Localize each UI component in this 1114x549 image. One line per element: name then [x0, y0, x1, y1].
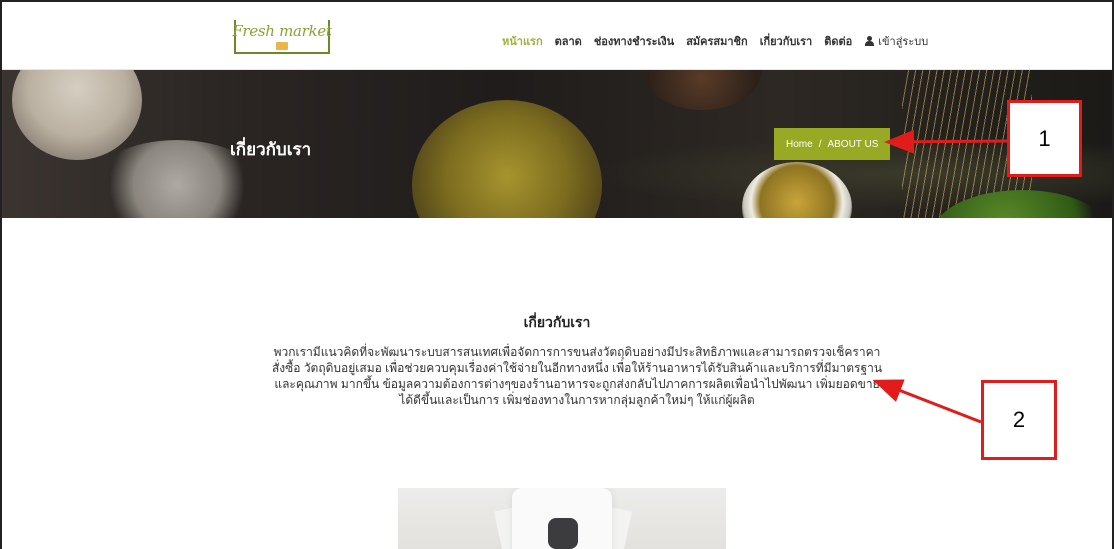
logo-text: Fresh market — [232, 22, 332, 40]
section-heading: เกี่ยวกับเรา — [523, 314, 591, 330]
banner-oil-bowl-image — [742, 162, 852, 218]
breadcrumb: Home / ABOUT US — [774, 128, 891, 160]
nav-item-about[interactable]: เกี่ยวกับเรา — [760, 32, 813, 50]
banner-pesto-bowl-image — [412, 100, 602, 218]
annotation-callout-1: 1 — [1007, 100, 1082, 177]
breadcrumb-home-link[interactable]: Home — [786, 139, 813, 150]
site-header: Fresh market หน้าแรก ตลาด ช่องทางชำระเงิ… — [2, 2, 1112, 70]
main-nav: หน้าแรก ตลาด ช่องทางชำระเงิน สมัครสมาชิก… — [502, 32, 928, 50]
breadcrumb-current: ABOUT US — [827, 138, 879, 150]
nav-item-register[interactable]: สมัครสมาชิก — [686, 32, 748, 50]
basket-icon — [276, 42, 288, 50]
user-icon — [864, 36, 875, 46]
banner-spice-bowl-image — [642, 70, 762, 110]
annotation-callout-2: 2 — [981, 380, 1057, 460]
nav-item-home[interactable]: หน้าแรก — [502, 32, 543, 50]
logo-frame-bottom — [234, 52, 330, 54]
nav-item-market[interactable]: ตลาด — [555, 32, 582, 50]
photo-hands — [548, 518, 578, 549]
page-banner: เกี่ยวกับเรา Home / ABOUT US — [2, 70, 1112, 218]
about-paragraph: พวกเรามีแนวคิดที่จะพัฒนาระบบสารสนเทศเพื่… — [271, 345, 883, 407]
login-label: เข้าสู่ระบบ — [878, 36, 929, 48]
login-link[interactable]: เข้าสู่ระบบ — [864, 32, 928, 50]
banner-garlic-image — [12, 70, 142, 160]
nav-item-contact[interactable]: ติดต่อ — [824, 32, 852, 50]
about-photo — [398, 488, 726, 549]
breadcrumb-separator: / — [818, 138, 822, 150]
site-logo[interactable]: Fresh market — [230, 18, 334, 60]
page-title: เกี่ยวกับเรา — [230, 140, 312, 159]
nav-item-payment[interactable]: ช่องทางชำระเงิน — [594, 32, 674, 50]
